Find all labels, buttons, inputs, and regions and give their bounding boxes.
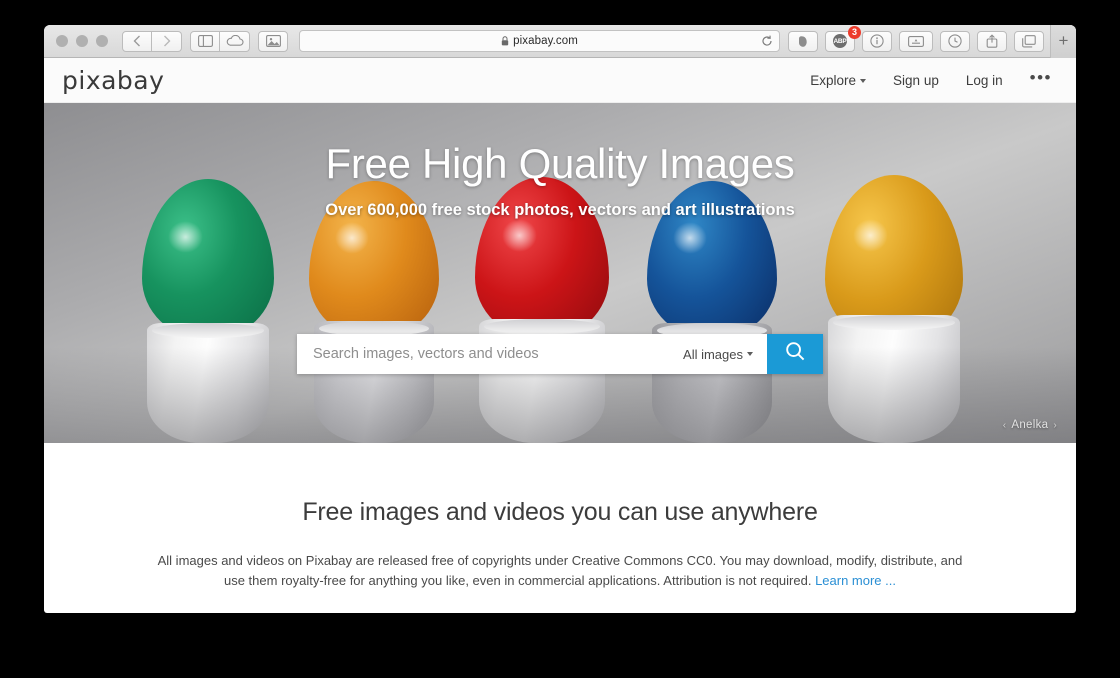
minimize-window-button[interactable] <box>76 35 88 47</box>
content-heading: Free images and videos you can use anywh… <box>302 498 818 526</box>
nav-item-explore[interactable]: Explore <box>810 72 867 88</box>
window-controls <box>56 35 108 47</box>
cloud-icon[interactable] <box>220 30 250 52</box>
evernote-elephant-icon[interactable] <box>788 30 818 52</box>
clock-icon[interactable] <box>940 30 970 52</box>
photo-credit: ‹ Anelka › <box>998 419 1062 431</box>
search-filter-dropdown[interactable]: All images <box>675 334 767 374</box>
adblock-label: ABP <box>833 34 847 48</box>
main-content: Free images and videos you can use anywh… <box>44 443 1076 591</box>
hero-banner: Free High Quality Images Over 600,000 fr… <box>44 103 1076 443</box>
address-bar[interactable]: pixabay.com <box>299 30 780 52</box>
tab-overview-icon[interactable] <box>1014 30 1044 52</box>
pocket-icon[interactable] <box>899 30 933 52</box>
nav-item-login[interactable]: Log in <box>966 73 1003 88</box>
search-bar: All images <box>297 334 823 374</box>
navigation-buttons <box>122 30 182 52</box>
utility-buttons <box>940 30 1044 52</box>
hero-subtitle: Over 600,000 free stock photos, vectors … <box>325 201 795 220</box>
image-icon[interactable] <box>258 30 288 52</box>
pixabay-logo[interactable]: pixabay <box>62 68 164 93</box>
adblock-badge: 3 <box>848 25 861 39</box>
view-buttons <box>190 30 250 52</box>
search-filter-label: All images <box>683 346 743 362</box>
browser-window: pixabay.com ABP 3 + pixabay Explore Sign… <box>44 25 1076 613</box>
search-button[interactable] <box>767 334 823 374</box>
site-header: pixabay Explore Sign up Log in ••• <box>44 58 1076 103</box>
main-navigation: Explore Sign up Log in ••• <box>810 69 1052 92</box>
search-input[interactable] <box>297 334 676 374</box>
hero-title: Free High Quality Images <box>325 140 795 187</box>
learn-more-link[interactable]: Learn more ... <box>815 573 896 588</box>
credit-next-button[interactable]: › <box>1048 420 1062 431</box>
sidebar-icon[interactable] <box>190 30 220 52</box>
reload-icon[interactable] <box>761 35 773 47</box>
chevron-down-icon <box>860 78 867 83</box>
nav-label-explore: Explore <box>810 72 857 88</box>
share-icon[interactable] <box>977 30 1007 52</box>
extension-buttons: ABP 3 <box>788 25 933 52</box>
forward-button[interactable] <box>152 30 182 52</box>
lock-icon <box>501 36 509 46</box>
close-window-button[interactable] <box>56 35 68 47</box>
hero-text-block: Free High Quality Images Over 600,000 fr… <box>44 140 1076 220</box>
back-button[interactable] <box>122 30 152 52</box>
chevron-down-icon <box>747 352 753 356</box>
content-paragraph: All images and videos on Pixabay are rel… <box>149 551 971 591</box>
search-icon <box>785 341 806 367</box>
nav-item-signup[interactable]: Sign up <box>893 73 939 88</box>
adblock-button[interactable]: ABP 3 <box>825 25 861 52</box>
more-menu-button[interactable]: ••• <box>1030 69 1052 92</box>
maximize-window-button[interactable] <box>96 35 108 47</box>
new-tab-button[interactable]: + <box>1050 25 1076 58</box>
info-circle-icon[interactable] <box>862 30 892 52</box>
credit-author[interactable]: Anelka <box>1011 419 1048 431</box>
browser-toolbar: pixabay.com ABP 3 + <box>44 25 1076 58</box>
credit-prev-button[interactable]: ‹ <box>998 420 1012 431</box>
url-text: pixabay.com <box>513 35 578 47</box>
